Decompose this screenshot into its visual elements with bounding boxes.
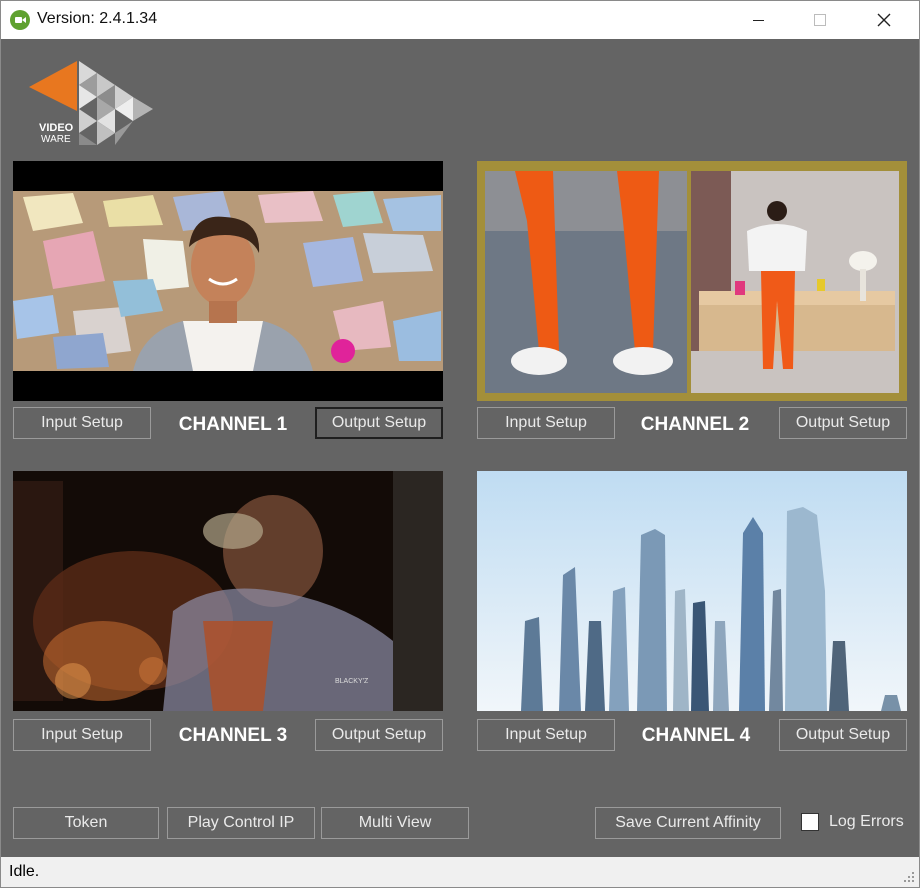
save-current-affinity-button[interactable]: Save Current Affinity [595, 807, 781, 839]
videoware-logo: VIDEO WARE [29, 61, 153, 145]
channel-4-preview [477, 471, 907, 711]
maximize-icon [814, 14, 826, 26]
channel-3-input-setup-button[interactable]: Input Setup [13, 719, 151, 751]
close-button[interactable] [861, 1, 907, 39]
channel-3-label: CHANNEL 3 [178, 725, 288, 746]
maximize-button[interactable] [797, 1, 843, 39]
channel-4-output-setup-button[interactable]: Output Setup [779, 719, 907, 751]
channel-4-input-setup-button[interactable]: Input Setup [477, 719, 615, 751]
log-errors-option[interactable]: Log Errors [801, 813, 904, 831]
channel-3-preview: BLACKY'Z [13, 471, 443, 711]
main-panel: VIDEO WARE Input Setup CHANNEL 1 Output … [1, 39, 919, 857]
window-title: Version: 2.4.1.34 [37, 10, 158, 27]
multi-view-button[interactable]: Multi View [321, 807, 469, 839]
app-window: Version: 2.4.1.34 VIDEO WARE Input Setup… [0, 0, 920, 888]
resize-grip-icon[interactable] [903, 871, 915, 883]
svg-text:BLACKY'Z: BLACKY'Z [335, 678, 369, 685]
log-errors-label: Log Errors [829, 813, 904, 830]
svg-text:WARE: WARE [41, 134, 71, 145]
channel-1-output-setup-button[interactable]: Output Setup [315, 407, 443, 439]
log-errors-checkbox[interactable] [801, 813, 819, 831]
channel-1-input-setup-button[interactable]: Input Setup [13, 407, 151, 439]
play-control-ip-button[interactable]: Play Control IP [167, 807, 315, 839]
svg-text:VIDEO: VIDEO [39, 122, 74, 134]
token-button[interactable]: Token [13, 807, 159, 839]
channel-1-preview [13, 161, 443, 401]
channel-3-output-setup-button[interactable]: Output Setup [315, 719, 443, 751]
channel-2-output-setup-button[interactable]: Output Setup [779, 407, 907, 439]
minimize-icon [752, 19, 764, 21]
status-text: Idle. [9, 863, 40, 880]
channel-1-label: CHANNEL 1 [178, 414, 288, 435]
channel-2-label: CHANNEL 2 [640, 414, 750, 435]
close-icon [877, 13, 891, 27]
channel-2-input-setup-button[interactable]: Input Setup [477, 407, 615, 439]
channel-2-preview [477, 161, 907, 401]
title-bar: Version: 2.4.1.34 [1, 1, 919, 39]
video-camera-icon [10, 10, 30, 30]
minimize-button[interactable] [735, 1, 781, 39]
status-bar: Idle. [1, 857, 919, 887]
channel-4-label: CHANNEL 4 [641, 725, 751, 746]
